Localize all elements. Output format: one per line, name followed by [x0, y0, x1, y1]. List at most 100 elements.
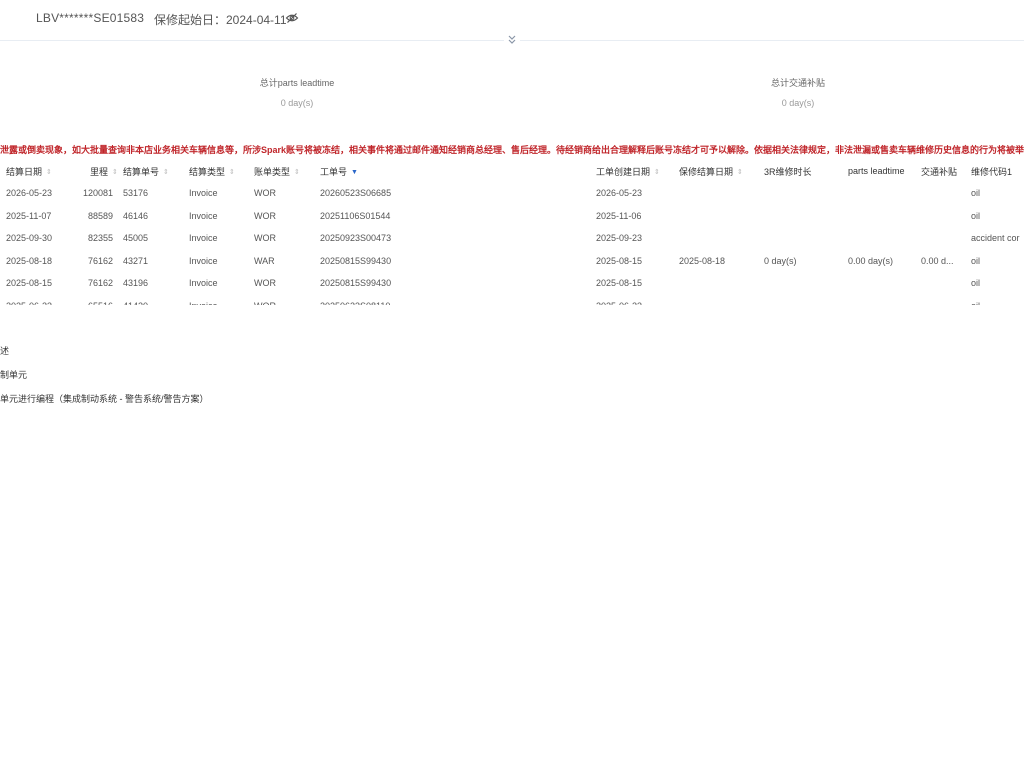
table-cell: Invoice — [189, 233, 218, 244]
table-cell — [764, 295, 848, 306]
col-header[interactable]: 结算类型 ⇕ — [189, 160, 254, 182]
table-cell: 2025-08-15 — [6, 278, 53, 289]
table-cell: 0.00 day(s) — [848, 255, 894, 266]
table-cell: 2025-06-23 — [596, 295, 679, 305]
table-cell — [921, 295, 971, 306]
table-cell: 0.00 d... — [921, 255, 954, 266]
table-cell — [848, 272, 921, 295]
table-header-row: 结算日期 ⇕ 里程 ⇕ 结算单号 ⇕ 结算类型 ⇕ 账单类型 ⇕ 工单号 ▼ 工单创建日期 ⇕… — [0, 160, 1024, 182]
table-cell: WOR — [254, 278, 276, 289]
warranty-start-label: 保修起始日：2024-04-11 — [154, 13, 287, 27]
table-cell: Invoice — [189, 188, 218, 199]
table-cell: Invoice — [189, 295, 254, 305]
sort-icon[interactable]: ⇕ — [294, 169, 300, 176]
table-cell: 2025-08-18 — [679, 255, 726, 266]
sort-icon[interactable]: ⇕ — [46, 169, 52, 176]
table-cell — [921, 205, 971, 228]
vin-label: LBV*******SE01583 — [36, 11, 145, 25]
table-cell: 2025-08-15 — [596, 278, 643, 289]
collapse-chevrons-icon[interactable] — [504, 33, 520, 47]
col-header[interactable]: 结算单号 ⇕ — [123, 160, 189, 182]
sort-icon[interactable]: ⇕ — [229, 169, 235, 176]
col-header: parts leadtime — [848, 166, 905, 176]
table-cell — [679, 295, 764, 306]
col-header[interactable]: 工单创建日期 ⇕ — [596, 160, 679, 182]
stat-traffic-subsidy: 总计交通补贴 0 day(s) — [698, 76, 898, 108]
table-row[interactable]: 2025-06-236551641420InvoiceWOR20250623S0… — [0, 295, 1024, 306]
table-cell: 2025-09-30 — [6, 233, 53, 244]
table-cell: oil — [971, 210, 981, 221]
table-row[interactable]: 2026-05-23 120081 53176 Invoice WOR 20260523S… — [0, 182, 1024, 205]
table-cell: 2025-09-23 — [596, 233, 643, 244]
table-cell: 88589 — [87, 210, 113, 221]
table-cell: 2025-11-06 — [596, 210, 642, 221]
service-history-table[interactable]: 结算日期 ⇕ 里程 ⇕ 结算单号 ⇕ 结算类型 ⇕ 账单类型 ⇕ 工单号 ▼ 工单创建日期 ⇕… — [0, 160, 1024, 305]
table-cell: 53176 — [123, 188, 149, 199]
table-cell: 76162 — [87, 278, 113, 289]
table-cell — [764, 227, 848, 250]
table-cell: 43271 — [123, 255, 149, 266]
table-cell: oil — [971, 278, 981, 289]
col-header[interactable]: 里程 ⇕ — [66, 160, 123, 182]
col-header[interactable]: 结算日期 ⇕ — [0, 160, 66, 182]
table-cell — [679, 205, 764, 228]
table-row[interactable]: 2025-08-15 76162 43196 Invoice WOR 20250815S9… — [0, 272, 1024, 295]
table-cell: WOR — [254, 295, 320, 305]
table-cell — [848, 182, 921, 205]
stat-parts-leadtime: 总计parts leadtime 0 day(s) — [197, 76, 397, 108]
list-item: 制单元 — [0, 370, 28, 380]
table-cell: 20251106S01544 — [320, 210, 391, 221]
col-header: 维修代码1 — [971, 166, 1013, 177]
table-cell: 41420 — [123, 295, 189, 305]
table-cell: 46146 — [123, 210, 149, 221]
table-cell: WOR — [254, 233, 276, 244]
table-cell: 2025-06-23 — [0, 295, 66, 305]
table-row[interactable]: 2025-11-07 88589 46146 Invoice WOR 20251106S0… — [0, 205, 1024, 228]
table-cell: Invoice — [189, 255, 218, 266]
sort-icon[interactable]: ⇕ — [163, 169, 169, 176]
table-cell: Invoice — [189, 278, 218, 289]
table-row[interactable]: 2025-08-18 76162 43271 Invoice WAR 20250815S9… — [0, 250, 1024, 273]
table-cell: 2025-08-18 — [6, 255, 53, 266]
table-cell — [764, 182, 848, 205]
table-cell: 45005 — [123, 233, 149, 244]
legal-notice: 泄露或倒卖现象，如大批量查询非本店业务相关车辆信息等，所涉Spark账号将被冻结… — [0, 145, 1024, 155]
col-header[interactable]: 账单类型 ⇕ — [254, 160, 320, 182]
table-cell: 20250923S00473 — [320, 233, 392, 244]
table-cell: 20250623S08110 — [320, 295, 596, 305]
table-cell — [679, 227, 764, 250]
stat-label: 总计parts leadtime — [259, 78, 335, 88]
table-cell: 2025-08-15 — [596, 255, 643, 266]
list-item: 单元进行编程（集成制动系统 - 警告系统/警告方案） — [0, 394, 209, 404]
table-cell: 43196 — [123, 278, 149, 289]
sort-icon[interactable]: ⇕ — [654, 169, 660, 176]
table-cell — [848, 227, 921, 250]
table-cell: 76162 — [87, 255, 113, 266]
stat-value: 0 day(s) — [781, 98, 815, 108]
table-cell: 120081 — [82, 188, 113, 199]
table-cell — [921, 182, 971, 205]
table-cell — [848, 205, 921, 228]
table-cell — [921, 272, 971, 295]
table-cell — [764, 205, 848, 228]
table-cell: 20250815S99430 — [320, 255, 392, 266]
table-cell: 20250815S99430 — [320, 278, 392, 289]
table-row[interactable]: 2025-09-30 82355 45005 Invoice WOR 20250923S0… — [0, 227, 1024, 250]
table-cell — [679, 182, 764, 205]
list-item: 述 — [0, 346, 10, 356]
col-header[interactable]: 工单号 ▼ — [320, 160, 596, 182]
table-cell — [848, 295, 921, 306]
table-cell: WOR — [254, 210, 276, 221]
table-cell: 82355 — [87, 233, 113, 244]
table-cell: oil — [971, 295, 1024, 305]
sort-icon[interactable]: ⇕ — [112, 169, 118, 176]
stat-value: 0 day(s) — [280, 98, 314, 108]
table-cell: 65516 — [66, 295, 123, 305]
table-cell: WAR — [254, 255, 275, 266]
sort-icon[interactable]: ⇕ — [737, 169, 743, 176]
eye-off-icon[interactable] — [285, 11, 299, 25]
table-cell: 2025-11-07 — [6, 210, 52, 221]
col-header[interactable]: 保修结算日期 ⇕ — [679, 160, 764, 182]
sort-desc-icon[interactable]: ▼ — [351, 169, 358, 176]
col-header: 交通补贴 — [921, 166, 958, 177]
